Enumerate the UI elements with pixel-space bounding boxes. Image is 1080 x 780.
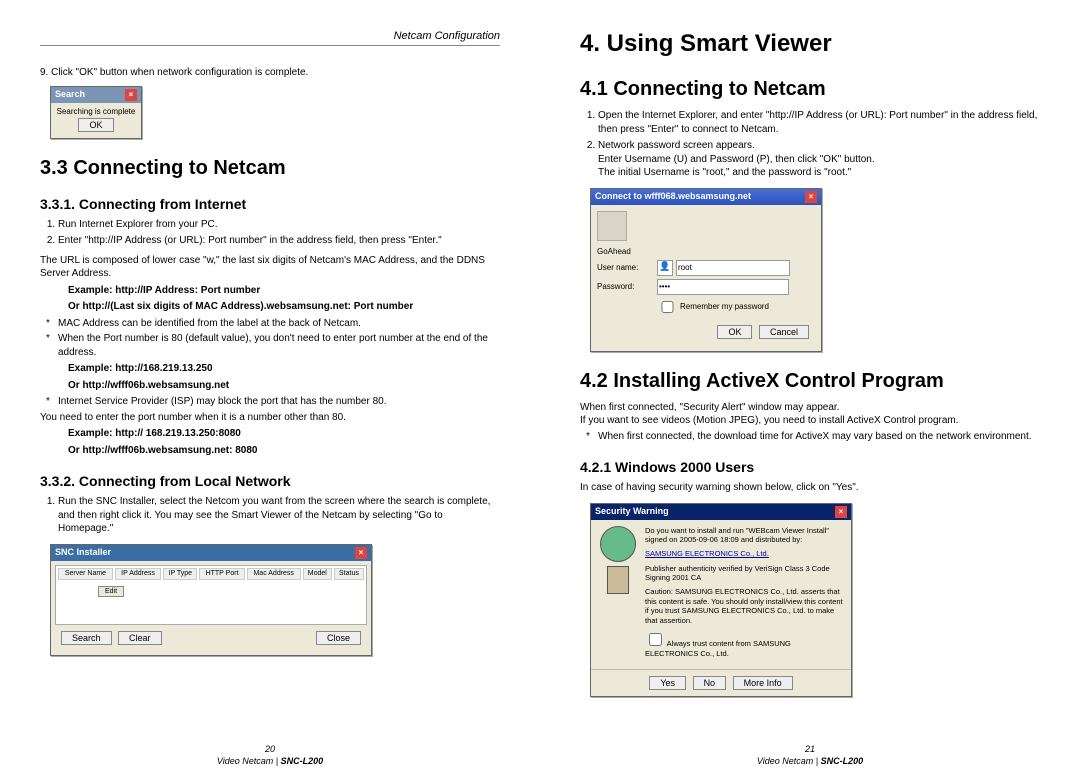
snc-title-text: SNC Installer	[55, 547, 111, 559]
list-item: Enter "http://IP Address (or URL): Port …	[58, 234, 500, 248]
lock-icon	[607, 566, 629, 594]
bullet-isp: *Internet Service Provider (ISP) may blo…	[46, 395, 500, 409]
page-right: 4. Using Smart Viewer 4.1 Connecting to …	[540, 0, 1080, 780]
footer-right: 21 Video Netcam | SNC-L200	[580, 744, 1040, 766]
activex-p1: When first connected, "Security Alert" w…	[580, 401, 1040, 415]
login-title: Connect to wfff068.websamsung.net ×	[591, 189, 821, 205]
example-2b: Or http://wfff06b.websamsung.net	[68, 379, 500, 393]
search-dialog-title: Search ×	[51, 87, 141, 103]
always-trust-checkbox[interactable]	[649, 633, 662, 646]
page-left: Netcam Configuration 9. Click "OK" butto…	[0, 0, 540, 780]
section-3-3: 3.3 Connecting to Netcam	[40, 157, 500, 180]
chapter-4: 4. Using Smart Viewer	[580, 30, 1040, 58]
local-steps: Run the SNC Installer, select the Netcom…	[40, 495, 500, 536]
list-item: Open the Internet Explorer, and enter "h…	[598, 109, 1040, 136]
activex-p2: If you want to see videos (Motion JPEG),…	[580, 414, 1040, 428]
col-iptype: IP Type	[163, 568, 197, 580]
footer-left: 20 Video Netcam | SNC-L200	[40, 744, 500, 766]
bullet-mac: *MAC Address can be identified from the …	[46, 317, 500, 331]
internet-steps: Run Internet Explorer from your PC. Ente…	[40, 218, 500, 248]
search-ok-button[interactable]: OK	[78, 118, 113, 132]
sec-title: Security Warning ×	[591, 504, 851, 520]
activex-bullet: *When first connected, the download time…	[586, 430, 1040, 444]
port-other: You need to enter the port number when i…	[40, 411, 500, 425]
login-ok-button[interactable]: OK	[717, 325, 752, 339]
password-label: Password:	[597, 282, 657, 291]
example-3a: Example: http:// 168.219.13.250:8080	[68, 427, 500, 441]
close-icon[interactable]: ×	[125, 89, 137, 101]
sec-moreinfo-button[interactable]: More Info	[733, 676, 793, 690]
list-item: Network password screen appears. Enter U…	[598, 139, 1040, 180]
win2k-note: In case of having security warning shown…	[580, 481, 1040, 495]
url-note: The URL is composed of lower case "w," t…	[40, 254, 500, 281]
example-1b: Or http://(Last six digits of MAC Addres…	[68, 300, 500, 314]
col-ip: IP Address	[115, 568, 161, 580]
sec-yes-button[interactable]: Yes	[649, 676, 686, 690]
password-input[interactable]	[657, 279, 789, 295]
connect-steps: Open the Internet Explorer, and enter "h…	[580, 109, 1040, 180]
realm-label: GoAhead	[597, 247, 815, 256]
col-model: Model	[303, 568, 332, 580]
snc-table: Server Name IP Address IP Type HTTP Port…	[55, 565, 367, 625]
close-icon[interactable]: ×	[355, 547, 367, 559]
globe-icon	[600, 526, 636, 562]
sec-title-text: Security Warning	[595, 506, 669, 518]
keys-icon	[597, 211, 627, 241]
section-4-2-1: 4.2.1 Windows 2000 Users	[580, 459, 1040, 475]
search-dialog-body: Searching is complete OK	[51, 103, 141, 138]
snc-title: SNC Installer ×	[51, 545, 371, 561]
security-icon	[597, 526, 639, 664]
page-number: 21	[580, 744, 1040, 754]
col-port: HTTP Port	[199, 568, 244, 580]
remember-label: Remember my password	[680, 302, 769, 311]
search-dialog-title-text: Search	[55, 89, 85, 101]
page-number: 20	[40, 744, 500, 754]
snc-installer-dialog: SNC Installer × Server Name IP Address I…	[50, 544, 372, 656]
example-1a: Example: http://IP Address: Port number	[68, 284, 500, 298]
username-label: User name:	[597, 263, 657, 272]
search-dialog-msg: Searching is complete	[55, 107, 137, 116]
page-header: Netcam Configuration	[40, 30, 500, 46]
close-icon[interactable]: ×	[835, 506, 847, 518]
close-icon[interactable]: ×	[805, 191, 817, 203]
list-item: Run the SNC Installer, select the Netcom…	[58, 495, 500, 536]
security-warning-dialog: Security Warning × Do you want to instal…	[590, 503, 852, 698]
snc-clear-button[interactable]: Clear	[118, 631, 162, 645]
user-icon: 👤	[657, 260, 673, 276]
col-server: Server Name	[58, 568, 113, 580]
example-3b: Or http://wfff06b.websamsung.net: 8080	[68, 444, 500, 458]
section-3-3-2: 3.3.2. Connecting from Local Network	[40, 473, 500, 489]
list-item: Run Internet Explorer from your PC.	[58, 218, 500, 232]
snc-search-button[interactable]: Search	[61, 631, 112, 645]
step-9: 9. Click "OK" button when network config…	[40, 66, 500, 80]
snc-close-button[interactable]: Close	[316, 631, 361, 645]
sec-text: Do you want to install and run "WEBcam V…	[645, 526, 845, 664]
username-input[interactable]	[676, 260, 790, 276]
remember-checkbox[interactable]	[661, 301, 674, 313]
search-dialog: Search × Searching is complete OK	[50, 86, 142, 139]
bullet-port80: *When the Port number is 80 (default val…	[46, 332, 500, 359]
login-dialog: Connect to wfff068.websamsung.net × GoAh…	[590, 188, 822, 352]
col-status: Status	[334, 568, 364, 580]
section-4-2: 4.2 Installing ActiveX Control Program	[580, 370, 1040, 393]
sec-no-button[interactable]: No	[693, 676, 727, 690]
login-cancel-button[interactable]: Cancel	[759, 325, 809, 339]
example-2a: Example: http://168.219.13.250	[68, 362, 500, 376]
section-3-3-1: 3.3.1. Connecting from Internet	[40, 196, 500, 212]
col-mac: Mac Address	[247, 568, 301, 580]
section-4-1: 4.1 Connecting to Netcam	[580, 78, 1040, 101]
login-title-text: Connect to wfff068.websamsung.net	[595, 191, 751, 203]
context-menu-edit[interactable]: Edit	[98, 586, 124, 597]
